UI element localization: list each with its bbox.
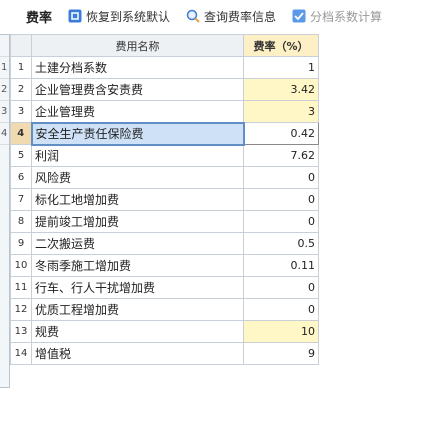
checkbox-checked-icon bbox=[292, 9, 306, 23]
fee-name-cell[interactable]: 企业管理费含安责费 bbox=[31, 78, 244, 101]
fee-name-cell[interactable]: 利润 bbox=[31, 144, 244, 167]
table-row[interactable]: 7 标化工地增加费 0 bbox=[10, 188, 319, 211]
rate-cell[interactable]: 7.62 bbox=[243, 144, 319, 167]
fee-name-cell[interactable]: 企业管理费 bbox=[31, 100, 244, 123]
row-number[interactable]: 1 bbox=[10, 56, 32, 79]
row-number[interactable]: 6 bbox=[10, 166, 32, 189]
tier-coefficient-checkbox[interactable]: 分档系数计算 bbox=[292, 8, 382, 25]
row-number[interactable]: 9 bbox=[10, 232, 32, 255]
fee-name-cell[interactable]: 二次搬运费 bbox=[31, 232, 244, 255]
left-panel-edge: 1 2 3 4 bbox=[0, 34, 10, 388]
fee-name-cell[interactable]: 土建分档系数 bbox=[31, 56, 244, 79]
left-edge-cell: 1 bbox=[0, 57, 9, 79]
fee-name-cell[interactable]: 标化工地增加费 bbox=[31, 188, 244, 211]
table-row[interactable]: 11 行车、行人干扰增加费 0 bbox=[10, 276, 319, 299]
fee-name-cell[interactable]: 优质工程增加费 bbox=[31, 298, 244, 321]
table-row[interactable]: 3 企业管理费 3 bbox=[10, 100, 319, 123]
row-number[interactable]: 11 bbox=[10, 276, 32, 299]
left-edge-cell: 4 bbox=[0, 123, 9, 145]
left-edge-cell: 3 bbox=[0, 101, 9, 123]
rate-cell[interactable]: 1 bbox=[243, 56, 319, 79]
fee-rate-table: 费用名称 费率（%） 1 土建分档系数 1 2 企业管理费含安责费 3.42 3 企业管理费 3… bbox=[10, 34, 319, 365]
fee-name-cell[interactable]: 冬雨季施工增加费 bbox=[31, 254, 244, 277]
fee-name-cell[interactable]: 行车、行人干扰增加费 bbox=[31, 276, 244, 299]
panel-title: 费率 bbox=[26, 10, 53, 26]
table-row[interactable]: 14 增值税 9 bbox=[10, 342, 319, 365]
row-number[interactable]: 7 bbox=[10, 188, 32, 211]
table-row[interactable]: 9 二次搬运费 0.5 bbox=[10, 232, 319, 255]
rate-cell[interactable]: 0 bbox=[243, 210, 319, 233]
table-row[interactable]: 8 提前竣工增加费 0 bbox=[10, 210, 319, 233]
left-edge-cell: 2 bbox=[0, 79, 9, 101]
rate-cell[interactable]: 0.11 bbox=[243, 254, 319, 277]
table-row[interactable]: 1 土建分档系数 1 bbox=[10, 56, 319, 79]
rate-cell[interactable]: 0 bbox=[243, 166, 319, 189]
row-number[interactable]: 14 bbox=[10, 342, 32, 365]
fee-name-cell[interactable]: 提前竣工增加费 bbox=[31, 210, 244, 233]
rate-cell[interactable]: 0 bbox=[243, 276, 319, 299]
fee-name-cell[interactable]: 安全生产责任保险费 bbox=[30, 121, 245, 146]
row-number[interactable]: 13 bbox=[10, 320, 32, 343]
fee-name-cell[interactable]: 风险费 bbox=[31, 166, 244, 189]
rate-cell[interactable]: 0 bbox=[243, 188, 319, 211]
fee-name-cell[interactable]: 增值税 bbox=[31, 342, 244, 365]
table-row[interactable]: 13 规费 10 bbox=[10, 320, 319, 343]
search-icon bbox=[186, 9, 200, 23]
rate-header[interactable]: 费率（%） bbox=[243, 34, 319, 57]
row-number[interactable]: 5 bbox=[10, 144, 32, 167]
fee-name-cell[interactable]: 规费 bbox=[31, 320, 244, 343]
fee-name-header[interactable]: 费用名称 bbox=[31, 34, 244, 57]
table-row[interactable]: 6 风险费 0 bbox=[10, 166, 319, 189]
row-number[interactable]: 4 bbox=[10, 122, 32, 145]
tier-coefficient-label: 分档系数计算 bbox=[310, 9, 383, 24]
row-number[interactable]: 10 bbox=[10, 254, 32, 277]
row-number[interactable]: 12 bbox=[10, 298, 32, 321]
rate-cell[interactable]: 3 bbox=[243, 100, 319, 123]
table-row[interactable]: 10 冬雨季施工增加费 0.11 bbox=[10, 254, 319, 277]
restore-default-label: 恢复到系统默认 bbox=[86, 9, 171, 24]
rate-cell[interactable]: 0 bbox=[243, 298, 319, 321]
restore-default-button[interactable]: 恢复到系统默认 bbox=[68, 8, 170, 25]
table-header-row: 费用名称 费率（%） bbox=[10, 34, 319, 57]
row-number[interactable]: 8 bbox=[10, 210, 32, 233]
table-row[interactable]: 5 利润 7.62 bbox=[10, 144, 319, 167]
query-rate-label: 查询费率信息 bbox=[204, 9, 277, 24]
toolbar: 费率 恢复到系统默认 查询费率信息 分档系数计算 bbox=[0, 0, 442, 32]
table-row[interactable]: 4 安全生产责任保险费 0.42 bbox=[10, 121, 319, 146]
row-number-header bbox=[10, 34, 32, 57]
rate-cell[interactable]: 9 bbox=[243, 342, 319, 365]
rate-cell[interactable]: 0.5 bbox=[243, 232, 319, 255]
rate-cell[interactable]: 3.42 bbox=[243, 78, 319, 101]
table-row[interactable]: 2 企业管理费含安责费 3.42 bbox=[10, 78, 319, 101]
query-rate-button[interactable]: 查询费率信息 bbox=[186, 8, 276, 25]
table-row[interactable]: 12 优质工程增加费 0 bbox=[10, 298, 319, 321]
left-edge-cell bbox=[0, 35, 9, 57]
rate-cell[interactable]: 0.42 bbox=[243, 122, 319, 145]
rate-cell[interactable]: 10 bbox=[243, 320, 319, 343]
row-number[interactable]: 2 bbox=[10, 78, 32, 101]
row-number[interactable]: 3 bbox=[10, 100, 32, 123]
restore-icon bbox=[68, 9, 82, 23]
